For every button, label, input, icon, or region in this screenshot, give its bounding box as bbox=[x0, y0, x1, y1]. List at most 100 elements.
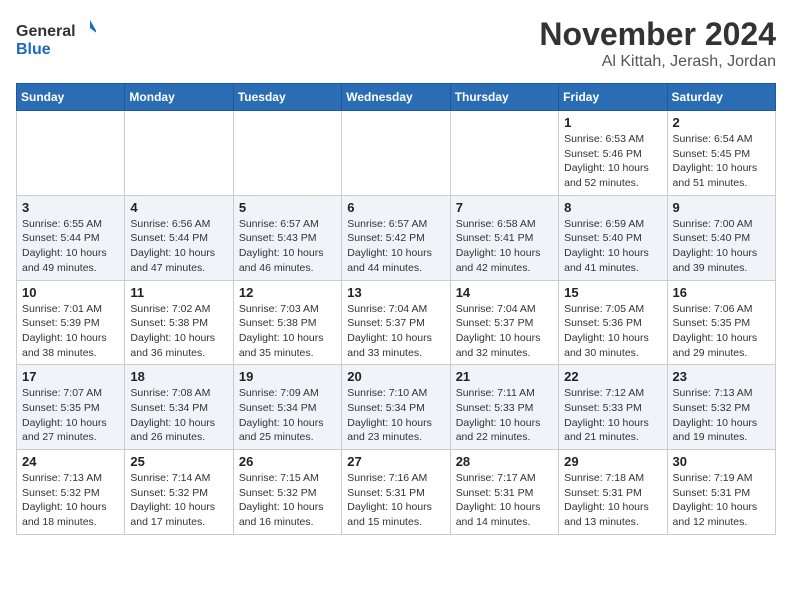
header-friday: Friday bbox=[559, 84, 667, 111]
day-number: 10 bbox=[22, 285, 119, 300]
day-number: 5 bbox=[239, 200, 336, 215]
day-info: Sunrise: 6:53 AM Sunset: 5:46 PM Dayligh… bbox=[564, 132, 661, 191]
header-monday: Monday bbox=[125, 84, 233, 111]
day-number: 8 bbox=[564, 200, 661, 215]
day-info: Sunrise: 6:57 AM Sunset: 5:42 PM Dayligh… bbox=[347, 217, 444, 276]
day-number: 3 bbox=[22, 200, 119, 215]
day-number: 6 bbox=[347, 200, 444, 215]
calendar-cell: 21 Sunrise: 7:11 AM Sunset: 5:33 PM Dayli… bbox=[450, 365, 558, 450]
day-info: Sunrise: 7:02 AM Sunset: 5:38 PM Dayligh… bbox=[130, 302, 227, 361]
day-info: Sunrise: 7:05 AM Sunset: 5:36 PM Dayligh… bbox=[564, 302, 661, 361]
day-number: 25 bbox=[130, 454, 227, 469]
calendar-cell: 25 Sunrise: 7:14 AM Sunset: 5:32 PM Dayli… bbox=[125, 450, 233, 535]
calendar-cell bbox=[125, 111, 233, 196]
header-saturday: Saturday bbox=[667, 84, 775, 111]
calendar-cell: 29 Sunrise: 7:18 AM Sunset: 5:31 PM Dayli… bbox=[559, 450, 667, 535]
calendar-cell: 30Sunrise: 7:19 AM Sunset: 5:31 PM Dayli… bbox=[667, 450, 775, 535]
day-info: Sunrise: 7:08 AM Sunset: 5:34 PM Dayligh… bbox=[130, 386, 227, 445]
header-sunday: Sunday bbox=[17, 84, 125, 111]
header-tuesday: Tuesday bbox=[233, 84, 341, 111]
day-number: 15 bbox=[564, 285, 661, 300]
day-info: Sunrise: 7:11 AM Sunset: 5:33 PM Dayligh… bbox=[456, 386, 553, 445]
day-info: Sunrise: 7:17 AM Sunset: 5:31 PM Dayligh… bbox=[456, 471, 553, 530]
calendar-cell: 7Sunrise: 6:58 AM Sunset: 5:41 PM Daylig… bbox=[450, 195, 558, 280]
day-number: 17 bbox=[22, 369, 119, 384]
day-info: Sunrise: 7:04 AM Sunset: 5:37 PM Dayligh… bbox=[347, 302, 444, 361]
calendar-cell: 2Sunrise: 6:54 AM Sunset: 5:45 PM Daylig… bbox=[667, 111, 775, 196]
calendar-cell bbox=[450, 111, 558, 196]
day-info: Sunrise: 7:13 AM Sunset: 5:32 PM Dayligh… bbox=[22, 471, 119, 530]
location: Al Kittah, Jerash, Jordan bbox=[539, 53, 776, 71]
calendar-header-row: SundayMondayTuesdayWednesdayThursdayFrid… bbox=[17, 84, 776, 111]
day-info: Sunrise: 7:00 AM Sunset: 5:40 PM Dayligh… bbox=[673, 217, 770, 276]
calendar-cell: 13 Sunrise: 7:04 AM Sunset: 5:37 PM Dayli… bbox=[342, 280, 450, 365]
svg-text:General: General bbox=[16, 23, 76, 40]
calendar-cell: 23Sunrise: 7:13 AM Sunset: 5:32 PM Dayli… bbox=[667, 365, 775, 450]
calendar-cell: 10 Sunrise: 7:01 AM Sunset: 5:39 PM Dayli… bbox=[17, 280, 125, 365]
day-info: Sunrise: 7:10 AM Sunset: 5:34 PM Dayligh… bbox=[347, 386, 444, 445]
calendar-cell: 20 Sunrise: 7:10 AM Sunset: 5:34 PM Dayli… bbox=[342, 365, 450, 450]
calendar-cell: 8 Sunrise: 6:59 AM Sunset: 5:40 PM Daylig… bbox=[559, 195, 667, 280]
calendar-cell: 6 Sunrise: 6:57 AM Sunset: 5:42 PM Daylig… bbox=[342, 195, 450, 280]
calendar-cell: 5 Sunrise: 6:57 AM Sunset: 5:43 PM Daylig… bbox=[233, 195, 341, 280]
day-info: Sunrise: 7:18 AM Sunset: 5:31 PM Dayligh… bbox=[564, 471, 661, 530]
day-number: 13 bbox=[347, 285, 444, 300]
calendar-cell: 12 Sunrise: 7:03 AM Sunset: 5:38 PM Dayli… bbox=[233, 280, 341, 365]
day-info: Sunrise: 7:15 AM Sunset: 5:32 PM Dayligh… bbox=[239, 471, 336, 530]
day-number: 22 bbox=[564, 369, 661, 384]
day-info: Sunrise: 7:19 AM Sunset: 5:31 PM Dayligh… bbox=[673, 471, 770, 530]
day-info: Sunrise: 6:57 AM Sunset: 5:43 PM Dayligh… bbox=[239, 217, 336, 276]
day-number: 29 bbox=[564, 454, 661, 469]
logo-svg: General Blue bbox=[16, 16, 96, 60]
calendar-cell: 3 Sunrise: 6:55 AM Sunset: 5:44 PM Daylig… bbox=[17, 195, 125, 280]
calendar-table: SundayMondayTuesdayWednesdayThursdayFrid… bbox=[16, 83, 776, 535]
week-row-3: 10 Sunrise: 7:01 AM Sunset: 5:39 PM Dayli… bbox=[17, 280, 776, 365]
day-number: 26 bbox=[239, 454, 336, 469]
day-info: Sunrise: 6:55 AM Sunset: 5:44 PM Dayligh… bbox=[22, 217, 119, 276]
page-header: General Blue November 2024 Al Kittah, Je… bbox=[16, 16, 776, 71]
title-block: November 2024 Al Kittah, Jerash, Jordan bbox=[539, 16, 776, 71]
week-row-1: 1Sunrise: 6:53 AM Sunset: 5:46 PM Daylig… bbox=[17, 111, 776, 196]
calendar-cell: 15 Sunrise: 7:05 AM Sunset: 5:36 PM Dayli… bbox=[559, 280, 667, 365]
calendar-cell: 24Sunrise: 7:13 AM Sunset: 5:32 PM Dayli… bbox=[17, 450, 125, 535]
calendar-cell: 18 Sunrise: 7:08 AM Sunset: 5:34 PM Dayli… bbox=[125, 365, 233, 450]
day-info: Sunrise: 7:14 AM Sunset: 5:32 PM Dayligh… bbox=[130, 471, 227, 530]
day-info: Sunrise: 7:09 AM Sunset: 5:34 PM Dayligh… bbox=[239, 386, 336, 445]
week-row-4: 17 Sunrise: 7:07 AM Sunset: 5:35 PM Dayli… bbox=[17, 365, 776, 450]
day-info: Sunrise: 7:07 AM Sunset: 5:35 PM Dayligh… bbox=[22, 386, 119, 445]
header-thursday: Thursday bbox=[450, 84, 558, 111]
day-number: 14 bbox=[456, 285, 553, 300]
day-info: Sunrise: 7:16 AM Sunset: 5:31 PM Dayligh… bbox=[347, 471, 444, 530]
day-number: 21 bbox=[456, 369, 553, 384]
day-number: 20 bbox=[347, 369, 444, 384]
calendar-cell: 17 Sunrise: 7:07 AM Sunset: 5:35 PM Dayli… bbox=[17, 365, 125, 450]
calendar-cell: 1Sunrise: 6:53 AM Sunset: 5:46 PM Daylig… bbox=[559, 111, 667, 196]
day-info: Sunrise: 6:58 AM Sunset: 5:41 PM Dayligh… bbox=[456, 217, 553, 276]
day-number: 16 bbox=[673, 285, 770, 300]
day-info: Sunrise: 7:03 AM Sunset: 5:38 PM Dayligh… bbox=[239, 302, 336, 361]
day-number: 19 bbox=[239, 369, 336, 384]
day-info: Sunrise: 7:01 AM Sunset: 5:39 PM Dayligh… bbox=[22, 302, 119, 361]
svg-text:Blue: Blue bbox=[16, 41, 51, 58]
calendar-cell: 14 Sunrise: 7:04 AM Sunset: 5:37 PM Dayli… bbox=[450, 280, 558, 365]
calendar-cell: 28 Sunrise: 7:17 AM Sunset: 5:31 PM Dayli… bbox=[450, 450, 558, 535]
week-row-5: 24Sunrise: 7:13 AM Sunset: 5:32 PM Dayli… bbox=[17, 450, 776, 535]
day-info: Sunrise: 7:04 AM Sunset: 5:37 PM Dayligh… bbox=[456, 302, 553, 361]
month-title: November 2024 bbox=[539, 16, 776, 53]
calendar-cell bbox=[233, 111, 341, 196]
calendar-cell bbox=[342, 111, 450, 196]
day-number: 27 bbox=[347, 454, 444, 469]
day-info: Sunrise: 7:06 AM Sunset: 5:35 PM Dayligh… bbox=[673, 302, 770, 361]
day-number: 4 bbox=[130, 200, 227, 215]
header-wednesday: Wednesday bbox=[342, 84, 450, 111]
calendar-cell: 11Sunrise: 7:02 AM Sunset: 5:38 PM Dayli… bbox=[125, 280, 233, 365]
day-number: 23 bbox=[673, 369, 770, 384]
calendar-cell: 22Sunrise: 7:12 AM Sunset: 5:33 PM Dayli… bbox=[559, 365, 667, 450]
calendar-cell: 16 Sunrise: 7:06 AM Sunset: 5:35 PM Dayli… bbox=[667, 280, 775, 365]
calendar-cell: 9Sunrise: 7:00 AM Sunset: 5:40 PM Daylig… bbox=[667, 195, 775, 280]
day-number: 28 bbox=[456, 454, 553, 469]
day-info: Sunrise: 6:59 AM Sunset: 5:40 PM Dayligh… bbox=[564, 217, 661, 276]
day-number: 18 bbox=[130, 369, 227, 384]
day-number: 12 bbox=[239, 285, 336, 300]
logo: General Blue bbox=[16, 16, 96, 60]
